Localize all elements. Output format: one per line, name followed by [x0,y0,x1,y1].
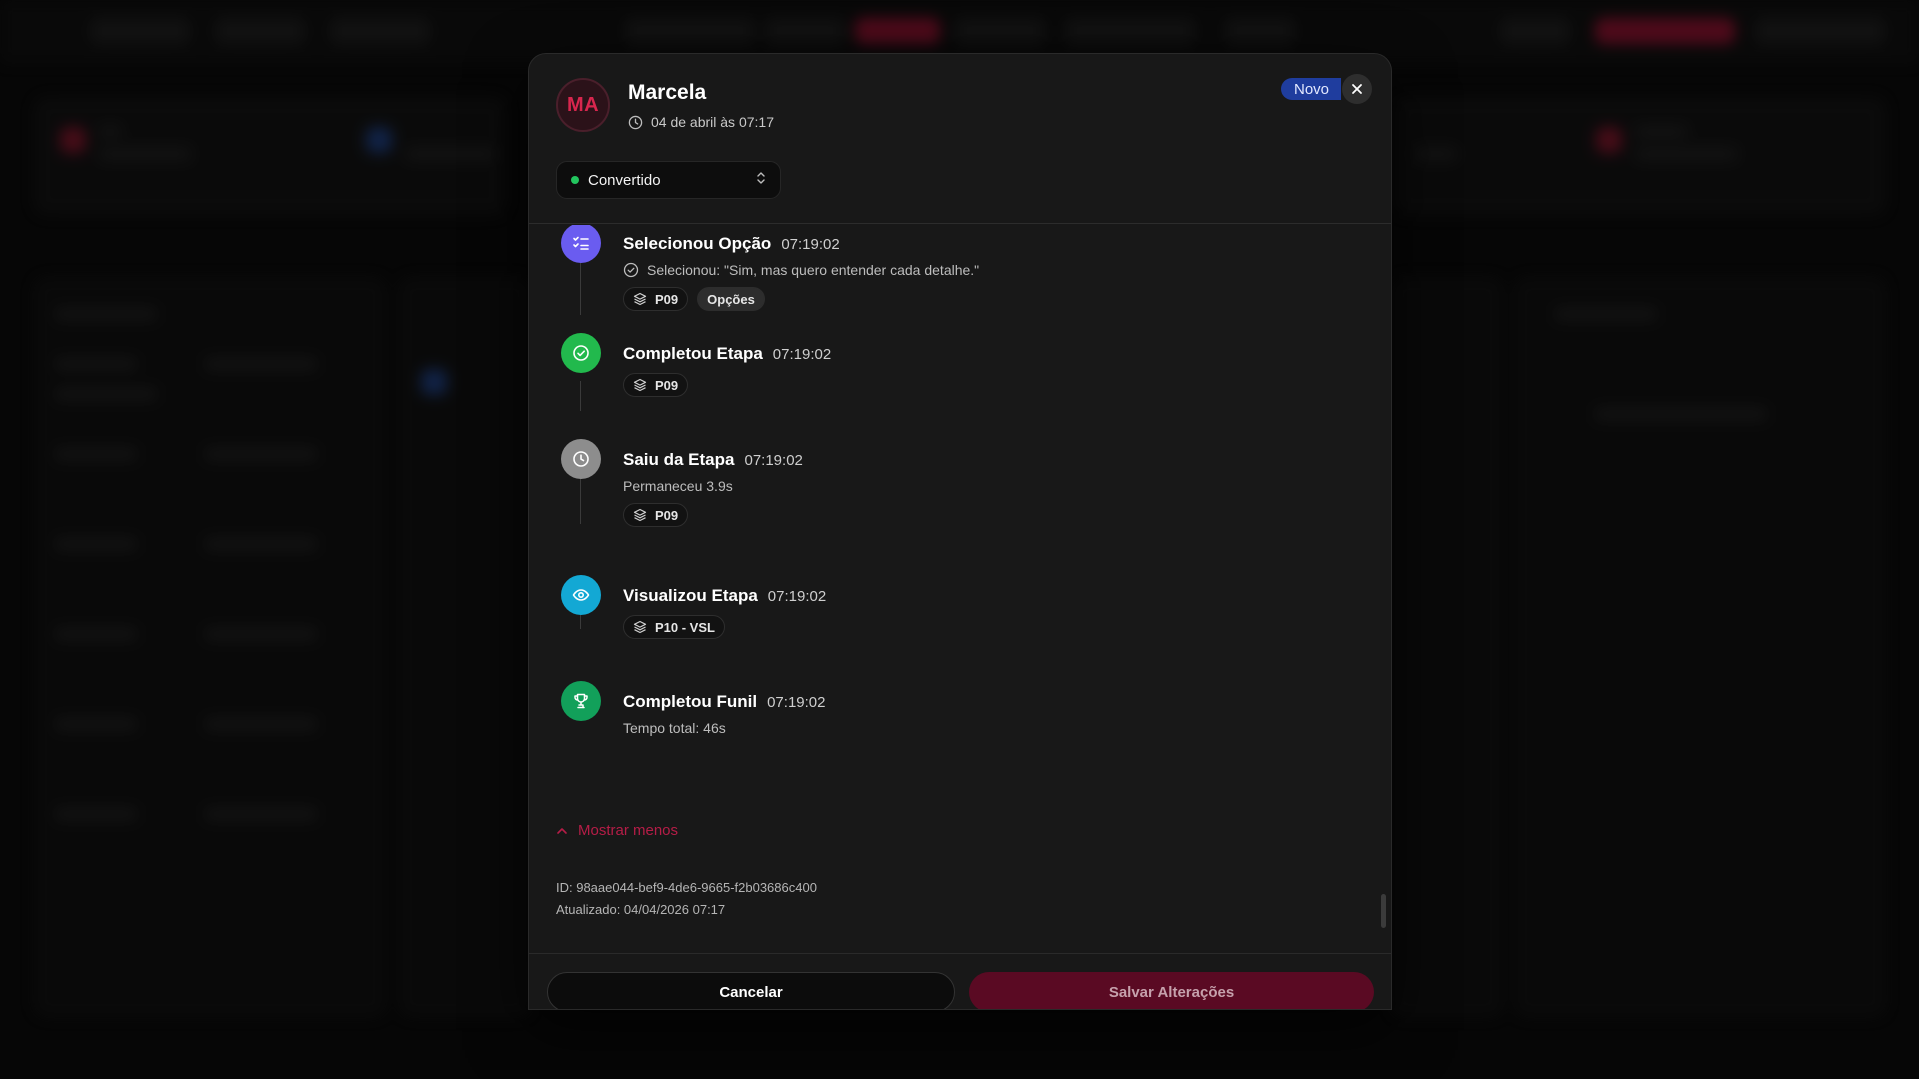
background-nav-item [215,18,305,44]
background-nav-item [1225,18,1295,44]
background-nav-item [625,18,755,44]
scrollbar-thumb[interactable] [1381,894,1386,928]
background-nav-item [1595,18,1735,44]
event-tags: P10 - VSL [623,615,725,639]
background-nav-item [330,18,430,44]
background-nav-item [855,18,940,44]
event-tags: P09 [623,503,689,527]
step-tag: P09 [623,287,689,311]
check-circle-icon [623,262,639,278]
status-select[interactable]: Convertido [556,161,781,199]
timeline-scrollbar[interactable] [1381,225,1386,953]
background-card [1395,98,1885,214]
event-detail-text: Selecionou: "Sim, mas quero entender cad… [647,262,980,278]
status-badge: Novo [1281,78,1342,100]
eye-icon [561,575,601,615]
event-time: 07:19:02 [781,236,840,253]
layers-icon [633,378,647,392]
background-nav-item [1500,18,1570,44]
background-nav-item [955,18,1045,44]
event-detail: Tempo total: 46s [623,720,726,736]
background-panel [1392,278,1502,1016]
close-button[interactable] [1342,74,1372,104]
close-icon [1352,84,1362,94]
step-tag: P09 [623,503,689,527]
background-panel [35,278,385,1016]
clock-icon [561,439,601,479]
background-panel [1515,278,1885,1016]
show-less-button[interactable]: Mostrar menos [556,822,678,839]
modal-footer: Cancelar Salvar Alterações [529,953,1391,1009]
event-detail-text: Tempo total: 46s [623,720,726,736]
status-select-value: Convertido [588,171,661,189]
chevron-up-icon [557,827,567,834]
lead-date-text: 04 de abril às 07:17 [651,114,774,130]
trophy-icon [561,681,601,721]
modal-header: MA Marcela 04 de abril às 07:17 Novo Con… [529,54,1391,224]
event-tags: P09 Opções [623,287,765,311]
event-time: 07:19:02 [744,452,803,469]
event-title: Completou Etapa 07:19:02 [623,344,832,363]
chevron-up-down-icon [756,171,766,190]
scrollbar-track [1381,225,1386,953]
lead-updated: Atualizado: 04/04/2026 07:17 [556,902,726,917]
checklist-icon [561,225,601,263]
clock-icon [628,115,643,129]
step-tag: P09 [623,373,689,397]
timeline-connector [580,381,581,411]
save-changes-button[interactable]: Salvar Alterações [969,972,1374,1009]
lead-date: 04 de abril às 07:17 [628,114,774,130]
event-detail: Selecionou: "Sim, mas quero entender cad… [623,262,979,278]
event-time: 07:19:02 [767,694,826,711]
event-time: 07:19:02 [767,588,827,605]
event-title: Completou Funil 07:19:02 [623,692,826,711]
event-tags: P09 [623,373,689,397]
lead-detail-modal: MA Marcela 04 de abril às 07:17 Novo Con… [528,53,1392,1010]
event-timeline: Selecionou Opção 07:19:02 Selecionou: "Si… [529,225,1391,953]
background-nav-item [90,18,190,44]
event-title: Saiu da Etapa 07:19:02 [623,450,803,469]
background-panel [400,278,530,1016]
cancel-button[interactable]: Cancelar [547,972,955,1009]
event-detail-text: Permaneceu 3.9s [623,478,733,494]
step-type-tag: Opções [697,287,765,311]
layers-icon [633,508,647,522]
check-circle-icon [561,333,601,373]
event-title: Selecionou Opção 07:19:02 [623,234,840,253]
background-nav-item [1065,18,1195,44]
status-dot [571,176,579,184]
layers-icon [633,620,647,634]
background-card [35,98,505,214]
background-nav-item [765,18,845,44]
lead-name: Marcela [628,81,707,104]
event-time: 07:19:02 [772,346,832,363]
show-less-label: Mostrar menos [578,822,679,839]
layers-icon [633,292,647,306]
event-detail: Permaneceu 3.9s [623,478,733,494]
avatar: MA [556,78,610,132]
step-tag: P10 - VSL [623,615,725,639]
lead-id: ID: 98aae044-bef9-4de6-9665-f2b03686c400 [556,880,817,895]
background-nav-item [1755,18,1885,44]
event-title: Visualizou Etapa 07:19:02 [623,586,827,605]
